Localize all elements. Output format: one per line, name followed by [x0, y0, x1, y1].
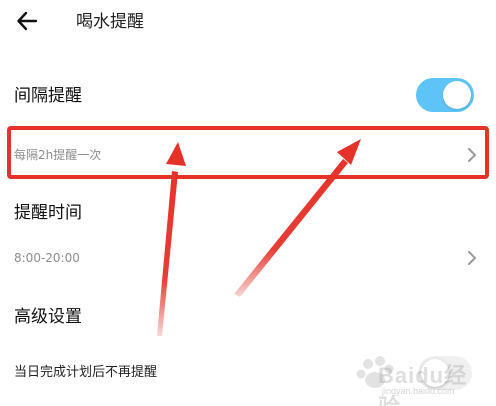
- toggle-knob: [443, 81, 471, 109]
- arrow-left-icon: [16, 10, 38, 36]
- top-bar: 喝水提醒: [0, 0, 496, 46]
- reminder-time-row[interactable]: 8:00-20:00: [0, 244, 496, 276]
- paw-logo-icon: [356, 356, 394, 388]
- reminder-time-value: 8:00-20:00: [14, 251, 80, 265]
- settings-screen: 喝水提醒 间隔提醒 每隔2h提醒一次 提醒时间 8:00-20:00 高级设置 …: [0, 0, 496, 406]
- stop-after-plan-toggle[interactable]: [418, 356, 472, 390]
- highlight-box: [7, 126, 489, 179]
- stop-after-plan-label: 当日完成计划后不再提醒: [14, 365, 158, 380]
- advanced-settings-heading: 高级设置: [14, 307, 82, 327]
- chevron-right-icon: [465, 251, 479, 265]
- back-button[interactable]: [10, 6, 44, 40]
- interval-reminder-label: 间隔提醒: [14, 86, 82, 106]
- page-title: 喝水提醒: [76, 12, 144, 32]
- reminder-time-label: 提醒时间: [14, 203, 82, 223]
- toggle-knob: [421, 359, 449, 387]
- interval-reminder-toggle[interactable]: [416, 78, 474, 112]
